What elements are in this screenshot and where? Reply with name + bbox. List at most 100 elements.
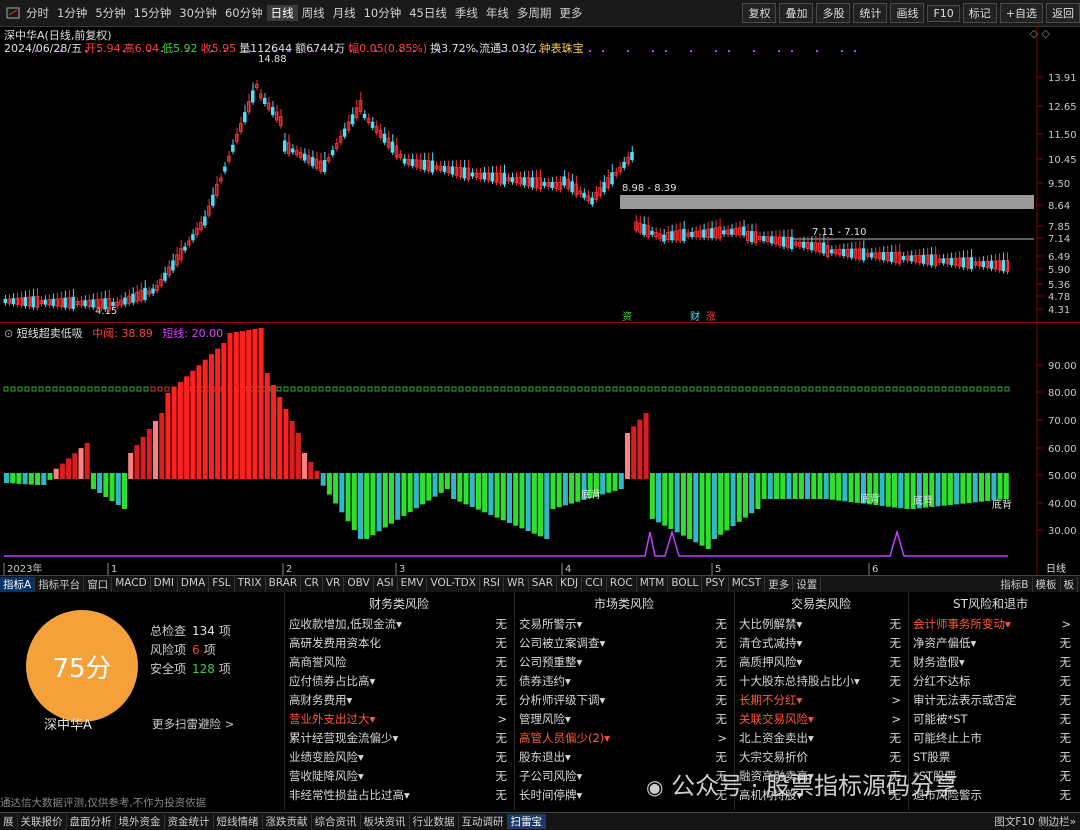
tool-button[interactable]: 复权 (742, 3, 777, 23)
tool-button[interactable]: F10 (927, 4, 960, 22)
indicator-chart[interactable]: 90.0080.0070.0060.0050.0040.0030.00底背 底背底… (0, 323, 1080, 575)
indicator-tab[interactable]: RSI (480, 576, 504, 592)
period-tab[interactable]: 15分钟 (130, 5, 176, 21)
indicator-tab[interactable]: ROC (607, 576, 637, 592)
indicator-tab[interactable]: OBV (344, 576, 374, 592)
bottom-tab[interactable]: 板块资讯 (361, 814, 410, 829)
period-tab[interactable]: 10分钟 (360, 5, 406, 21)
indicator-tab[interactable]: DMI (151, 576, 178, 592)
indicator-tab[interactable]: EMV (398, 576, 428, 592)
risk-item[interactable]: 非经常性损益占比过高▾ 无 (285, 785, 513, 804)
risk-item[interactable]: 业绩变脸风险▾ 无 (285, 747, 513, 766)
risk-item[interactable]: 分析师评级下调▾ 无 (515, 690, 733, 709)
risk-item[interactable]: 大宗交易折价 无 (735, 747, 907, 766)
indicator-tab[interactable]: FSL (209, 576, 235, 592)
risk-item[interactable]: 可能终止上市 无 (909, 728, 1077, 747)
indicator-tab[interactable]: WR (504, 576, 529, 592)
indicator-tab[interactable]: BRAR (266, 576, 302, 592)
indicator-tab-right[interactable]: 板 (1061, 576, 1078, 592)
risk-item[interactable]: 可能被*ST 无 (909, 709, 1077, 728)
period-tab[interactable]: 60分钟 (221, 5, 267, 21)
risk-item[interactable]: ST股票 无 (909, 747, 1077, 766)
bottom-right-tools[interactable]: 图文F10 侧边栏» (994, 814, 1076, 829)
risk-item[interactable]: 债券违约▾ 无 (515, 671, 733, 690)
tool-button[interactable]: 画线 (890, 3, 925, 23)
risk-item[interactable]: 十大股东总持股占比小▾ 无 (735, 671, 907, 690)
risk-item[interactable]: 营业外支出过大▾ > (285, 709, 513, 728)
risk-item[interactable]: 高商誉风险 无 (285, 652, 513, 671)
period-tab[interactable]: 1分钟 (53, 5, 91, 21)
risk-item[interactable]: 应付债券占比高▾ 无 (285, 671, 513, 690)
indicator-settings-icon[interactable]: ⊙ (4, 327, 17, 340)
risk-item[interactable]: 高管人员偏少(2)▾ > (515, 728, 733, 747)
indicator-tab[interactable]: MTM (637, 576, 669, 592)
bottom-tab[interactable]: 综合资讯 (312, 814, 361, 829)
risk-item[interactable]: 累计经营现金流偏少▾ 无 (285, 728, 513, 747)
indicator-tab[interactable]: SAR (529, 576, 558, 592)
kline-chart[interactable]: 13.91 12.65 11.50 10.45 9.50 8.64 7.857.14 6.49… (0, 26, 1080, 323)
indicator-tab[interactable]: 更多 (765, 576, 794, 592)
period-tab[interactable]: 45日线 (405, 5, 451, 21)
risk-item[interactable]: 高财务费用▾ 无 (285, 690, 513, 709)
period-tab[interactable]: 5分钟 (91, 5, 129, 21)
risk-item[interactable]: 会计师事务所变动▾ > (909, 614, 1077, 633)
bottom-tab[interactable]: 境外资金 (116, 814, 165, 829)
risk-item[interactable]: 北上资金卖出▾ 无 (735, 728, 907, 747)
event-tag[interactable]: 财 (690, 310, 700, 323)
bottom-tab[interactable]: 短线情绪 (214, 814, 263, 829)
risk-item[interactable]: 公司被立案调查▾ 无 (515, 633, 733, 652)
indicator-tab[interactable]: KDJ (557, 576, 583, 592)
indicator-tab[interactable]: MCST (729, 576, 766, 592)
event-tag[interactable]: 涨 (706, 311, 716, 323)
tool-button[interactable]: 多股 (816, 3, 851, 23)
indicator-tab[interactable]: 设置 (793, 576, 822, 592)
risk-item[interactable]: 财务造假▾ 无 (909, 652, 1077, 671)
indicator-tab[interactable]: 指标A (0, 576, 36, 592)
risk-item[interactable]: 关联交易风险▾ > (735, 709, 907, 728)
period-tab[interactable]: 30分钟 (175, 5, 221, 21)
indicator-tab[interactable]: MACD (112, 576, 151, 592)
risk-item[interactable]: 长期不分红▾ > (735, 690, 907, 709)
risk-item[interactable]: 股东退出▾ 无 (515, 747, 733, 766)
period-tab[interactable]: 月线 (329, 5, 360, 21)
period-tab[interactable]: 分时 (22, 5, 53, 21)
tool-button[interactable]: 叠加 (779, 3, 814, 23)
risk-item[interactable]: 清仓式减持▾ 无 (735, 633, 907, 652)
risk-item[interactable]: 高研发费用资本化 无 (285, 633, 513, 652)
risk-item[interactable]: 公司预重整▾ 无 (515, 652, 733, 671)
tool-button[interactable]: 统计 (853, 3, 888, 23)
risk-item[interactable]: 应收款增加,低现金流▾ 无 (285, 614, 513, 633)
risk-item[interactable]: 管理风险▾ 无 (515, 709, 733, 728)
risk-item[interactable]: 大比例解禁▾ 无 (735, 614, 907, 633)
risk-item[interactable]: 分红不达标 无 (909, 671, 1077, 690)
tool-button[interactable]: 返回 (1046, 3, 1080, 23)
indicator-tab[interactable]: BOLL (668, 576, 703, 592)
panel-controls[interactable]: ◇ ◇ (1030, 27, 1050, 40)
period-tab[interactable]: 周线 (298, 5, 329, 21)
bottom-tab[interactable]: 扫雷宝 (507, 814, 546, 829)
indicator-tab-right[interactable]: 指标B (997, 576, 1033, 592)
indicator-tab[interactable]: 窗口 (84, 576, 113, 592)
period-tab[interactable]: 多周期 (513, 5, 556, 21)
indicator-tab-right[interactable]: 模板 (1033, 576, 1061, 592)
period-tab[interactable]: 年线 (482, 5, 513, 21)
risk-item[interactable]: 高质押风险▾ 无 (735, 652, 907, 671)
indicator-tab[interactable]: VR (323, 576, 345, 592)
indicator-tab[interactable]: TRIX (235, 576, 266, 592)
chart-mode-icon[interactable] (6, 6, 20, 20)
bottom-tab[interactable]: 涨跌贡献 (263, 814, 312, 829)
period-tab[interactable]: 日线 (266, 5, 298, 21)
indicator-tab[interactable]: CR (301, 576, 323, 592)
bottom-tab[interactable]: 资金统计 (165, 814, 214, 829)
bottom-tab[interactable]: 盘面分析 (67, 814, 116, 829)
indicator-tab[interactable]: ASI (374, 576, 398, 592)
risk-item[interactable]: 审计无法表示或否定 无 (909, 690, 1077, 709)
indicator-tab[interactable]: DMA (178, 576, 210, 592)
indicator-tab[interactable]: VOL-TDX (427, 576, 480, 592)
event-tag[interactable]: 资 (622, 311, 632, 323)
indicator-tab[interactable]: CCI (582, 576, 607, 592)
bottom-tab[interactable]: 展 (0, 814, 18, 829)
bottom-tab[interactable]: 行业数据 (410, 814, 459, 829)
period-tab[interactable]: 更多 (555, 5, 586, 21)
indicator-tab[interactable]: PSY (702, 576, 729, 592)
